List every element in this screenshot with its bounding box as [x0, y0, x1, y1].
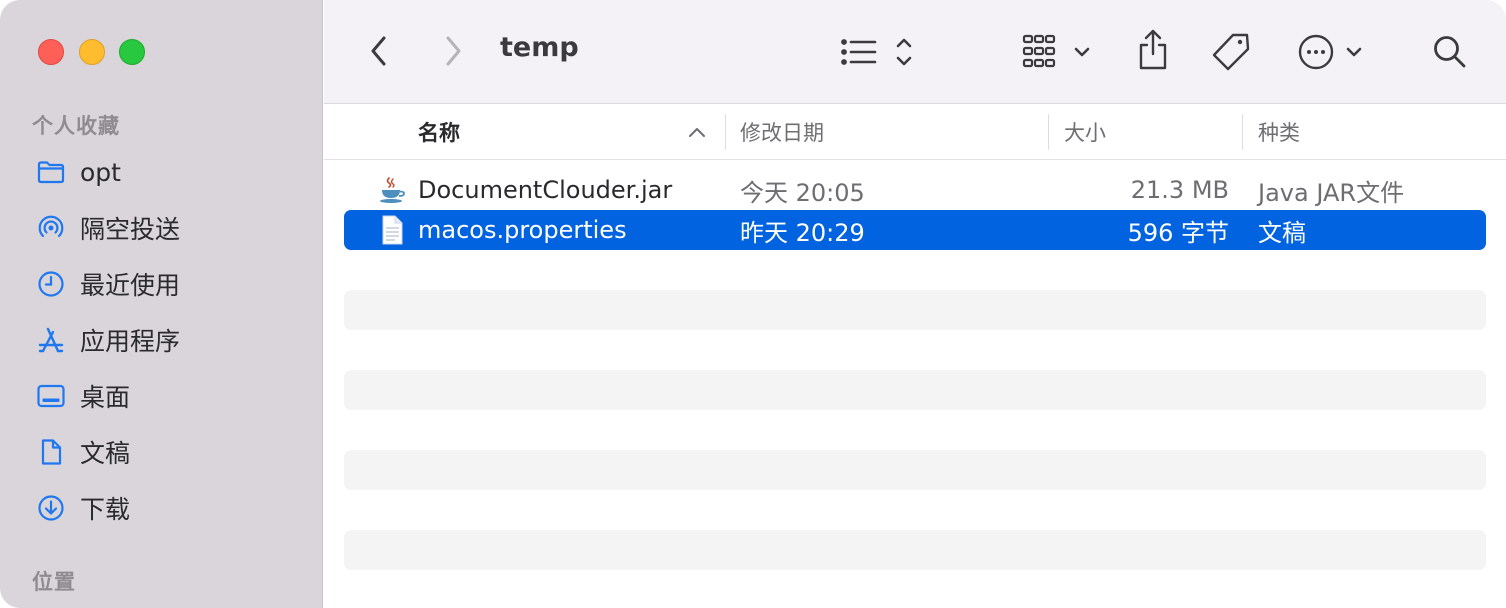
file-size: 21.3 MB — [1130, 176, 1229, 204]
empty-row — [344, 450, 1486, 490]
sidebar-item-airdrop[interactable]: 隔空投送 — [0, 204, 322, 252]
more-actions-button[interactable] — [1296, 32, 1368, 72]
window-title: temp — [500, 32, 579, 63]
airdrop-icon — [36, 213, 66, 243]
file-kind: Java JAR文件 — [1258, 178, 1405, 207]
sidebar-item-label: 桌面 — [80, 383, 131, 412]
column-size-header[interactable]: 大小 — [1064, 104, 1106, 160]
zoom-window-button[interactable] — [119, 39, 145, 65]
folder-icon — [36, 157, 66, 187]
file-modified: 昨天 20:29 — [740, 218, 865, 247]
group-button[interactable] — [1020, 32, 1094, 72]
empty-row — [344, 530, 1486, 570]
finder-window: 个人收藏 opt 隔空投送 最近使用 应用程序 桌面 文稿 下载 位置 temp… — [0, 0, 1506, 608]
minimize-window-button[interactable] — [79, 39, 105, 65]
toolbar: temp — [324, 0, 1506, 104]
file-size: 596 字节 — [1127, 218, 1229, 247]
column-divider[interactable] — [725, 114, 726, 150]
share-button[interactable] — [1134, 28, 1172, 72]
text-file-icon — [378, 215, 406, 245]
sidebar-item-label: 应用程序 — [80, 327, 181, 356]
java-jar-icon — [378, 175, 406, 205]
favorites-section-title: 个人收藏 — [32, 114, 120, 138]
document-icon — [36, 437, 66, 467]
ellipsis-circle-icon — [1298, 34, 1362, 70]
chevron-left-icon — [371, 36, 386, 66]
view-mode-button[interactable] — [838, 32, 918, 72]
column-divider[interactable] — [1048, 114, 1049, 150]
tag-icon — [1212, 33, 1250, 71]
chevron-up-icon — [689, 128, 705, 137]
download-icon — [36, 493, 66, 523]
column-name-header[interactable]: 名称 — [418, 104, 460, 160]
list-view-icon — [841, 38, 912, 66]
file-list: DocumentClouder.jar 今天 20:05 21.3 MB Jav… — [324, 161, 1506, 608]
sidebar-item-recents[interactable]: 最近使用 — [0, 260, 322, 308]
tag-button[interactable] — [1208, 30, 1254, 74]
file-name: macos.properties — [418, 216, 627, 244]
sidebar-item-downloads[interactable]: 下载 — [0, 484, 322, 532]
sidebar-item-label: opt — [80, 157, 121, 187]
forward-button[interactable] — [436, 34, 470, 68]
search-button[interactable] — [1430, 32, 1470, 72]
sidebar-item-desktop[interactable]: 桌面 — [0, 372, 322, 420]
back-button[interactable] — [362, 34, 396, 68]
sidebar-item-documents[interactable]: 文稿 — [0, 428, 322, 476]
column-modified-header[interactable]: 修改日期 — [740, 104, 824, 160]
close-window-button[interactable] — [38, 39, 64, 65]
sidebar-item-applications[interactable]: 应用程序 — [0, 316, 322, 364]
sidebar-item-label: 文稿 — [80, 439, 131, 468]
applications-icon — [36, 325, 66, 355]
column-kind-header[interactable]: 种类 — [1258, 104, 1300, 160]
file-kind: 文稿 — [1258, 218, 1306, 247]
column-divider[interactable] — [1242, 114, 1243, 150]
file-row-selected[interactable]: macos.properties 昨天 20:29 596 字节 文稿 — [344, 210, 1486, 250]
share-icon — [1139, 29, 1167, 70]
desktop-icon — [36, 381, 66, 411]
empty-row — [344, 290, 1486, 330]
file-name: DocumentClouder.jar — [418, 176, 673, 204]
file-modified: 今天 20:05 — [740, 178, 865, 207]
sidebar-item-label: 下载 — [80, 495, 131, 524]
sidebar-item-opt[interactable]: opt — [0, 148, 322, 196]
sidebar-item-label: 隔空投送 — [80, 215, 181, 244]
file-row[interactable]: DocumentClouder.jar 今天 20:05 21.3 MB Jav… — [344, 170, 1486, 210]
clock-icon — [36, 269, 66, 299]
sort-ascending-indicator[interactable] — [688, 104, 706, 160]
chevron-right-icon — [446, 36, 461, 66]
sidebar-item-label: 最近使用 — [80, 271, 181, 300]
column-header: 名称 修改日期 大小 种类 — [324, 104, 1506, 160]
empty-row — [344, 370, 1486, 410]
sidebar: 个人收藏 opt 隔空投送 最近使用 应用程序 桌面 文稿 下载 位置 — [0, 0, 323, 608]
search-icon — [1434, 36, 1466, 68]
locations-section-title: 位置 — [32, 570, 76, 594]
grid-view-icon — [1022, 34, 1090, 68]
